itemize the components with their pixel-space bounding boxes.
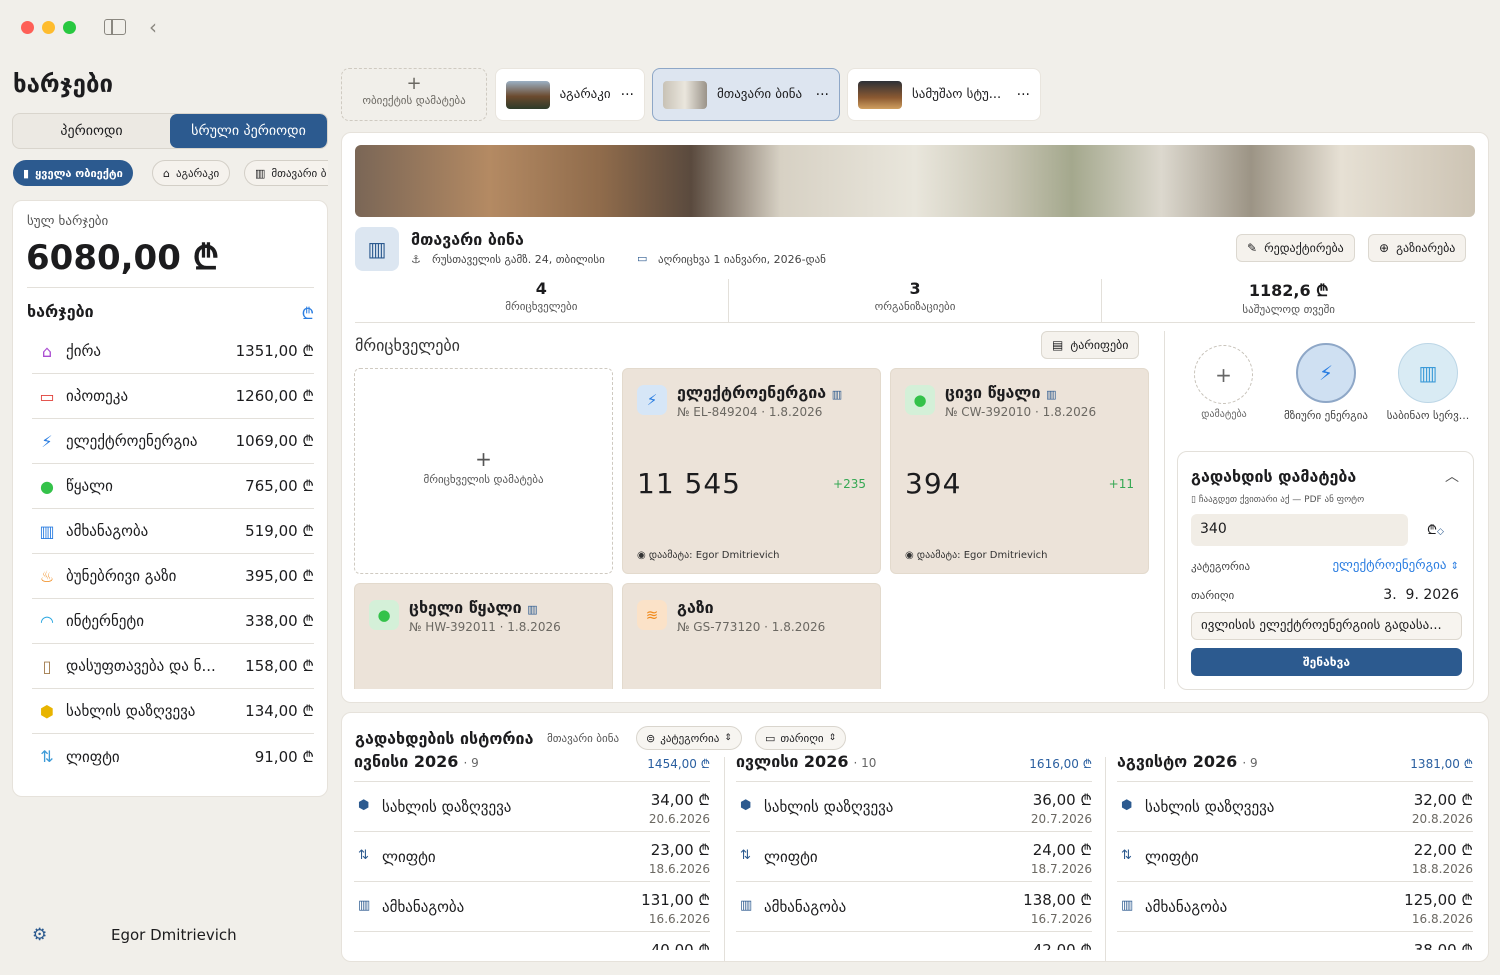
history-month-column: აგვისტო 2026 · 9 1381,00 ₾ ⬢ სახლის დაზღვევ… <box>1117 752 1473 950</box>
history-row[interactable]: ⇅ ლიფტი 22,00 ₾ 18.8.2026 <box>1117 832 1473 882</box>
history-row-amount: 40,00 ₾ <box>650 941 710 950</box>
history-columns: ივნისი 2026 · 9 1454,00 ₾ ⬢ სახლის დაზღვევა… <box>0 0 1500 950</box>
month-total: 1616,00 ₾ <box>1029 757 1092 771</box>
history-row-amount: 131,00 ₾ <box>641 891 710 909</box>
history-row-name: სახლის დაზღვევა <box>382 798 512 816</box>
history-month-column: ივლისი 2026 · 10 1616,00 ₾ ⬢ სახლის დაზღვევ… <box>736 752 1092 950</box>
history-row-amount: 38,00 ₾ <box>1413 941 1473 950</box>
history-row-name: ლიფტი <box>1145 848 1199 866</box>
building-icon: ▥ <box>358 898 371 913</box>
history-row-name: ლიფტი <box>764 848 818 866</box>
month-header: აგვისტო 2026 · 9 1381,00 ₾ <box>1117 752 1473 782</box>
history-row-amount: 24,00 ₾ <box>1032 841 1092 859</box>
history-row[interactable]: ▥ ამხანაგობა 138,00 ₾ 16.7.2026 <box>736 882 1092 932</box>
elevator-icon: ⇅ <box>358 848 369 863</box>
history-row-date: 18.7.2026 <box>1030 862 1092 876</box>
history-row[interactable]: ⬢ სახლის დაზღვევა 34,00 ₾ 20.6.2026 <box>354 782 710 832</box>
month-header: ივლისი 2026 · 10 1616,00 ₾ <box>736 752 1092 782</box>
history-row-name: ლიფტი <box>382 848 436 866</box>
history-row-name: სახლის დაზღვევა <box>764 798 894 816</box>
history-row-amount: 125,00 ₾ <box>1404 891 1473 909</box>
history-row-date: 20.8.2026 <box>1411 812 1473 826</box>
history-row[interactable]: 42,00 ₾ <box>736 932 1092 950</box>
history-row[interactable]: 40,00 ₾ <box>354 932 710 950</box>
history-row[interactable]: ⇅ ლიფტი 24,00 ₾ 18.7.2026 <box>736 832 1092 882</box>
history-row-date: 20.6.2026 <box>648 812 710 826</box>
month-count: · 9 <box>463 756 479 770</box>
history-row-amount: 138,00 ₾ <box>1023 891 1092 909</box>
month-name: ივნისი 2026 <box>354 752 459 771</box>
history-row-date: 20.7.2026 <box>1030 812 1092 826</box>
history-row-date: 16.7.2026 <box>1030 912 1092 926</box>
history-row-date: 16.8.2026 <box>1411 912 1473 926</box>
history-row-date: 16.6.2026 <box>648 912 710 926</box>
month-total: 1381,00 ₾ <box>1410 757 1473 771</box>
history-row-name: ამხანაგობა <box>1145 898 1228 916</box>
history-row[interactable]: 38,00 ₾ <box>1117 932 1473 950</box>
shield-icon: ⬢ <box>740 798 752 813</box>
month-count: · 10 <box>853 756 877 770</box>
shield-icon: ⬢ <box>1121 798 1133 813</box>
building-icon: ▥ <box>1121 898 1134 913</box>
history-row-amount: 34,00 ₾ <box>650 791 710 809</box>
history-row-amount: 36,00 ₾ <box>1032 791 1092 809</box>
history-row-date: 18.6.2026 <box>648 862 710 876</box>
history-row-amount: 23,00 ₾ <box>650 841 710 859</box>
month-name: აგვისტო 2026 <box>1117 752 1238 771</box>
history-row-date: 18.8.2026 <box>1411 862 1473 876</box>
history-row[interactable]: ⬢ სახლის დაზღვევა 36,00 ₾ 20.7.2026 <box>736 782 1092 832</box>
month-count: · 9 <box>1242 756 1258 770</box>
history-row[interactable]: ▥ ამხანაგობა 125,00 ₾ 16.8.2026 <box>1117 882 1473 932</box>
history-row[interactable]: ▥ ამხანაგობა 131,00 ₾ 16.6.2026 <box>354 882 710 932</box>
elevator-icon: ⇅ <box>740 848 751 863</box>
history-row-name: სახლის დაზღვევა <box>1145 798 1275 816</box>
month-total: 1454,00 ₾ <box>647 757 710 771</box>
history-row[interactable]: ⬢ სახლის დაზღვევა 32,00 ₾ 20.8.2026 <box>1117 782 1473 832</box>
month-header: ივნისი 2026 · 9 1454,00 ₾ <box>354 752 710 782</box>
shield-icon: ⬢ <box>358 798 370 813</box>
history-row-name: ამხანაგობა <box>764 898 847 916</box>
building-icon: ▥ <box>740 898 753 913</box>
history-row-amount: 22,00 ₾ <box>1413 841 1473 859</box>
elevator-icon: ⇅ <box>1121 848 1132 863</box>
history-row-amount: 42,00 ₾ <box>1032 941 1092 950</box>
history-row[interactable]: ⇅ ლიფტი 23,00 ₾ 18.6.2026 <box>354 832 710 882</box>
month-name: ივლისი 2026 <box>736 752 849 771</box>
history-row-amount: 32,00 ₾ <box>1413 791 1473 809</box>
history-row-name: ამხანაგობა <box>382 898 465 916</box>
history-month-column: ივნისი 2026 · 9 1454,00 ₾ ⬢ სახლის დაზღვევა… <box>354 752 710 950</box>
